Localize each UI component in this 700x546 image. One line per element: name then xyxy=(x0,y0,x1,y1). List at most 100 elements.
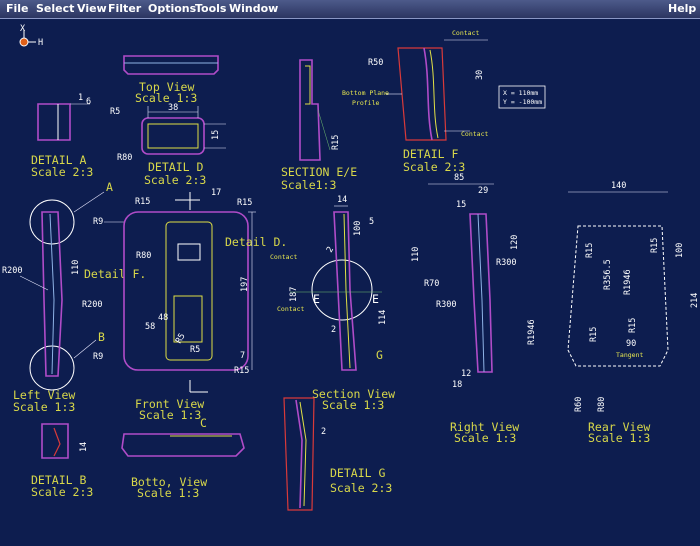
dim-right-12: 12 xyxy=(461,369,471,379)
dim-rear-r15-d: R15 xyxy=(589,327,599,342)
dim-right-85: 85 xyxy=(454,173,464,183)
dim-detail-a-6: 6 xyxy=(86,97,91,107)
dim-left-110: 110 xyxy=(71,260,81,275)
dim-detail-d-r80: R80 xyxy=(117,153,132,163)
dim-rear-r15-b: R15 xyxy=(650,238,660,253)
dim-right-r300-b: R300 xyxy=(436,300,456,310)
dim-front-48: 48 xyxy=(158,313,168,323)
right-view[interactable]: 85 29 15 120 110 R300 R70 R300 12 18 Rig… xyxy=(411,173,520,445)
detail-d-scale: Scale 2:3 xyxy=(144,173,206,187)
detail-f-profile: Profile xyxy=(352,99,379,107)
detail-g-title: DETAIL G xyxy=(330,466,385,480)
section-contact-b: Contact xyxy=(277,305,304,313)
dim-rear-r60: R60 xyxy=(574,397,584,412)
rear-view-scale: Scale 1:3 xyxy=(588,431,650,445)
dim-front-197: 197 xyxy=(240,277,250,292)
menu-view[interactable]: View xyxy=(77,2,107,15)
front-view-scale: Scale 1:3 xyxy=(139,408,201,422)
dim-rear-r15-c: R15 xyxy=(628,318,638,333)
detail-f[interactable]: Contact Contact R50 30 Bottom Plane Prof… xyxy=(342,29,488,174)
dim-front-r5-b: R5 xyxy=(190,345,200,355)
dim-rear-r15-a: R15 xyxy=(585,243,595,258)
axis-triad: X H xyxy=(19,24,43,48)
menu-file[interactable]: File xyxy=(6,2,29,15)
dim-section-187: 187 xyxy=(289,287,299,302)
dim-rear-r1946-a: R1946 xyxy=(623,269,633,295)
detail-d[interactable]: 38 R5 15 R80 DETAIL D Scale 2:3 xyxy=(110,103,226,187)
detail-b[interactable]: 14 DETAIL B Scale 2:3 xyxy=(31,423,93,499)
dim-right-120: 120 xyxy=(510,235,520,250)
dim-left-r200: R200 xyxy=(2,266,22,276)
dim-front-r7: 7 xyxy=(240,351,245,361)
detail-a-scale: Scale 2:3 xyxy=(31,165,93,179)
menu-options[interactable]: Options xyxy=(148,2,196,15)
detail-g[interactable]: 2 DETAIL G Scale 2:3 xyxy=(283,397,392,511)
bottom-view-scale: Scale 1:3 xyxy=(137,486,199,500)
section-marker-e-right: E xyxy=(372,292,379,306)
dim-right-18: 18 xyxy=(452,380,462,390)
dim-detail-f-r50: R50 xyxy=(368,58,383,68)
menu-tools[interactable]: Tools xyxy=(195,2,226,15)
detail-f-scale: Scale 2:3 xyxy=(403,160,465,174)
detail-a[interactable]: 6 1 DETAIL A Scale 2:3 xyxy=(31,93,93,179)
rear-view[interactable]: 140 R15 R15 100 R356.5 R1946 214 R1946 R… xyxy=(527,181,700,445)
drawing-canvas[interactable]: X H Top View Scale 1:3 6 1 DETAIL A Scal… xyxy=(0,19,700,546)
dim-front-17: 17 xyxy=(211,188,221,198)
section-ee-scale: Scale1:3 xyxy=(281,178,336,192)
menu-select[interactable]: Select xyxy=(36,2,74,15)
dim-left-r9-bottom: R9 xyxy=(93,352,103,362)
axis-x-label: X xyxy=(20,24,26,34)
top-view[interactable]: Top View Scale 1:3 xyxy=(123,55,219,105)
section-view[interactable]: 14 5 100 2 Contact Contact 187 114 2 E E… xyxy=(270,195,395,412)
dim-section-20: 2 xyxy=(325,245,336,254)
dim-right-29: 29 xyxy=(478,186,488,196)
detail-f-contact-bottom: Contact xyxy=(461,130,488,138)
section-marker-g: G xyxy=(376,348,383,362)
cad-application: File Select View Filter Options Tools Wi… xyxy=(0,0,700,546)
coordinate-readout: X = 110mm Y = -100mm xyxy=(498,85,546,109)
dim-rear-90: 90 xyxy=(626,339,636,349)
dim-rear-100: 100 xyxy=(675,243,685,258)
callout-detail-d: Detail D. xyxy=(225,235,287,249)
dim-detail-d-r5: R5 xyxy=(110,107,120,117)
detail-g-scale: Scale 2:3 xyxy=(330,481,392,495)
dim-detail-d-15: 15 xyxy=(211,130,221,140)
detail-f-title: DETAIL F xyxy=(403,147,458,161)
dim-right-r300-a: R300 xyxy=(496,258,516,268)
dim-section-5: 5 xyxy=(369,217,374,227)
dim-section-114: 114 xyxy=(378,310,388,325)
dim-detail-a-1: 1 xyxy=(78,93,83,103)
dim-front-58: 58 xyxy=(145,322,155,332)
coord-x: X = 110mm xyxy=(503,89,538,97)
menu-bar: File Select View Filter Options Tools Wi… xyxy=(0,0,700,19)
section-ee[interactable]: R15 SECTION E/E Scale1:3 xyxy=(281,59,357,192)
coord-y: Y = -100mm xyxy=(503,98,542,106)
left-view[interactable]: A B R9 110 R200 R200 R9 Left View Scale … xyxy=(2,180,124,414)
dim-left-r200b: R200 xyxy=(82,300,102,310)
menu-window[interactable]: Window xyxy=(229,2,278,15)
menu-filter[interactable]: Filter xyxy=(108,2,141,15)
section-marker-e-left: E xyxy=(313,292,320,306)
rear-tangent: Tangent xyxy=(616,351,643,359)
section-view-scale: Scale 1:3 xyxy=(322,398,384,412)
dim-rear-214: 214 xyxy=(690,293,700,308)
dim-detail-g-2: 2 xyxy=(321,427,326,437)
callout-b: B xyxy=(98,330,105,344)
dim-rear-r1946-b: R1946 xyxy=(527,319,537,345)
dim-right-r70: R70 xyxy=(424,279,439,289)
left-view-scale: Scale 1:3 xyxy=(13,400,75,414)
dim-section-2: 2 xyxy=(331,325,336,335)
menu-help[interactable]: Help xyxy=(668,2,696,15)
bottom-view[interactable]: C Botto, View Scale 1:3 xyxy=(121,416,245,500)
dim-detail-b-14: 14 xyxy=(79,442,89,452)
right-view-scale: Scale 1:3 xyxy=(454,431,516,445)
section-contact-a: Contact xyxy=(270,253,297,261)
section-ee-title: SECTION E/E xyxy=(281,165,357,179)
front-view[interactable]: R15 17 R15 Detail D. R80 48 58 R5 R5 7 R… xyxy=(123,188,287,422)
dim-front-r80: R80 xyxy=(136,251,151,261)
dim-front-r15-a: R15 xyxy=(135,197,150,207)
dim-front-r15-b: R15 xyxy=(237,198,252,208)
top-view-scale: Scale 1:3 xyxy=(135,91,197,105)
dim-left-r9-top: R9 xyxy=(93,217,103,227)
callout-detail-f: Detail F. xyxy=(84,267,146,281)
